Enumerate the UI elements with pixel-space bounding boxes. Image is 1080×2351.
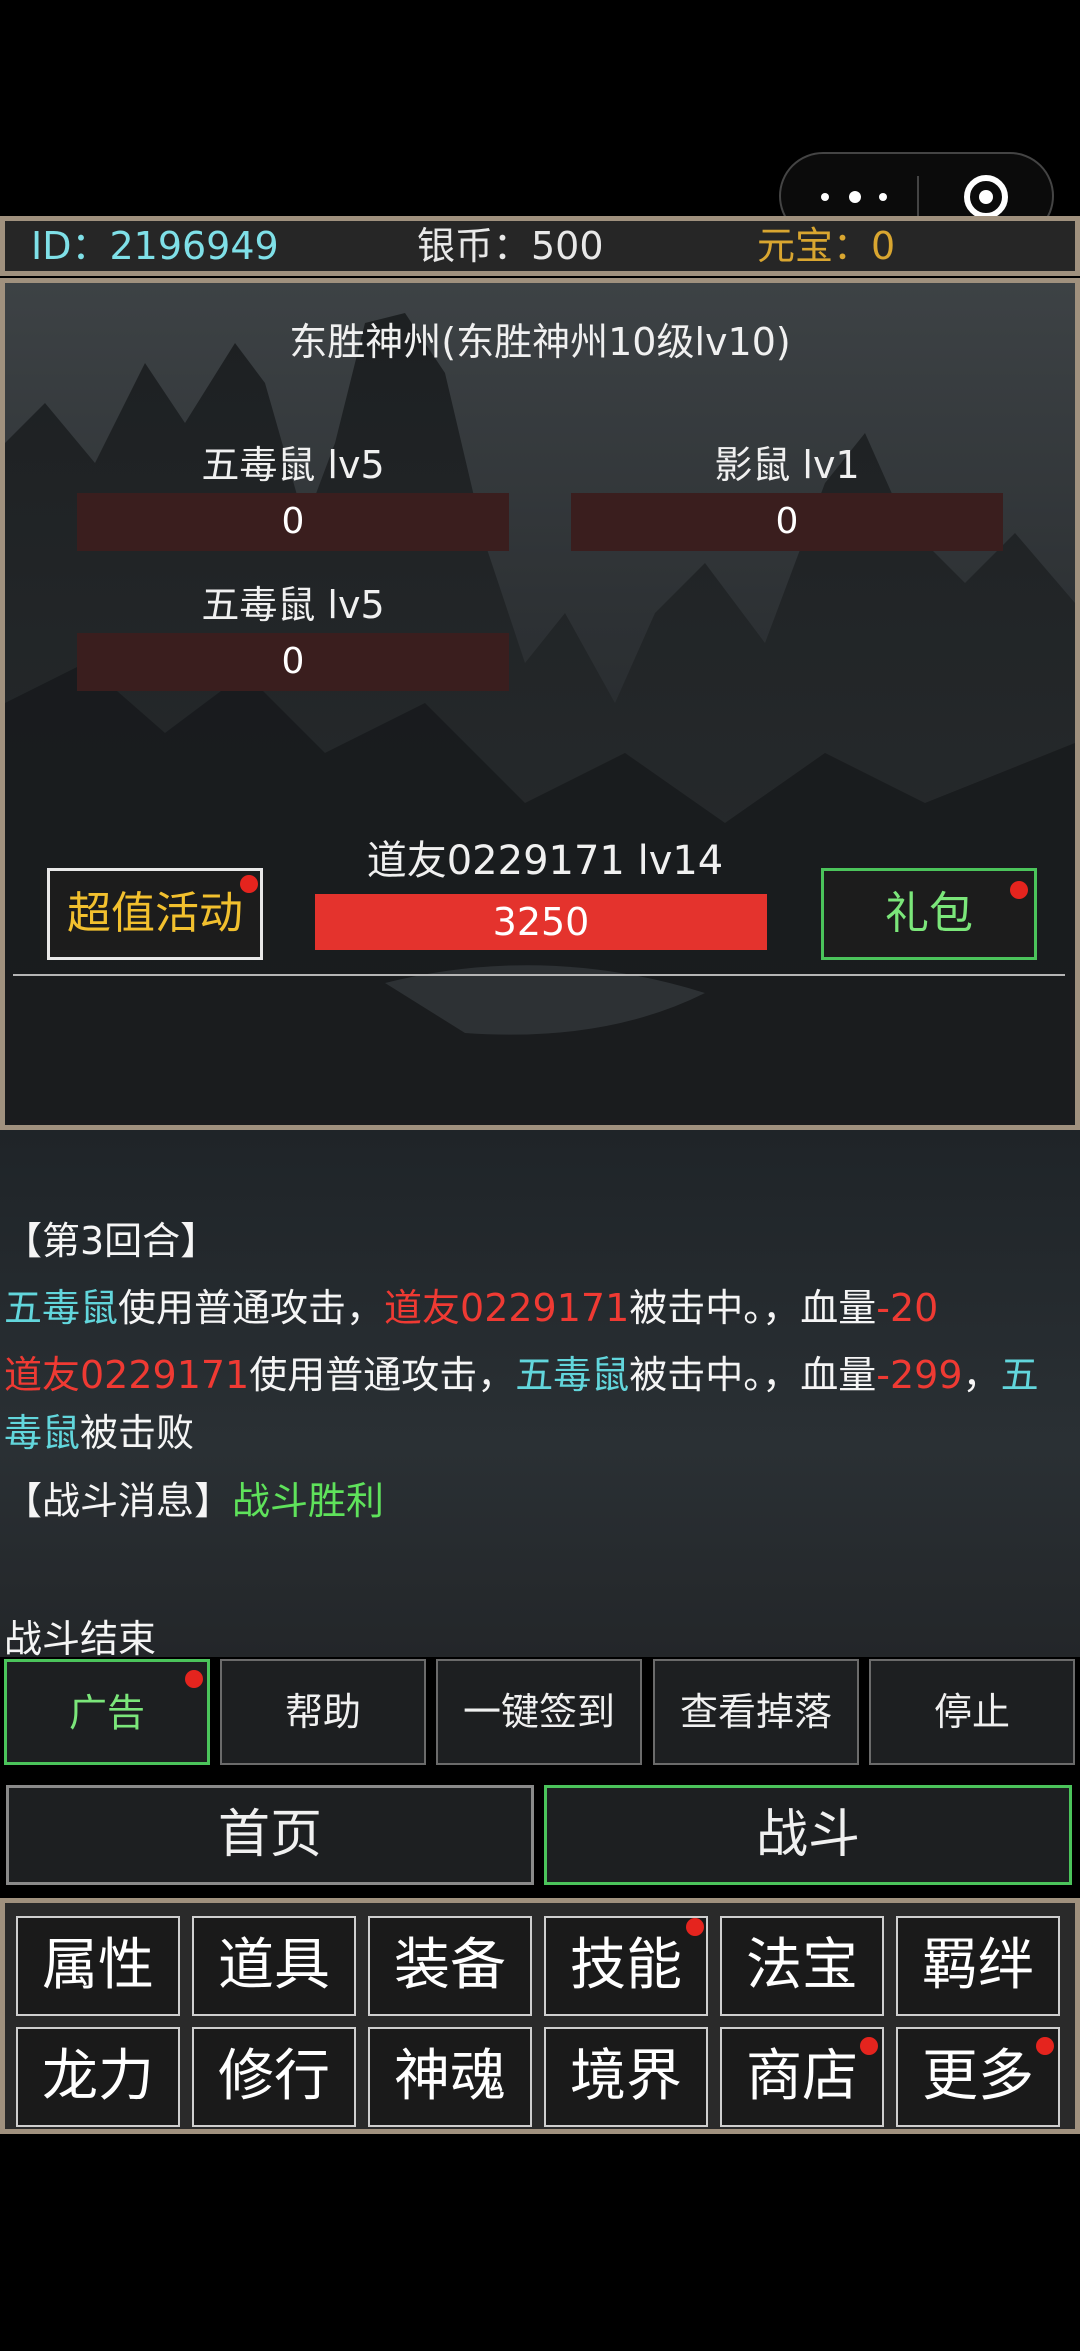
special-event-button[interactable]: 超值活动 (47, 868, 263, 960)
close-miniprogram-icon[interactable] (963, 174, 1009, 220)
notification-dot (686, 1918, 704, 1936)
menu-shop[interactable]: 商店 (720, 2027, 884, 2127)
gift-pack-label: 礼包 (885, 888, 973, 939)
enemy-hp-bar: 0 (77, 493, 509, 551)
menu-realm[interactable]: 境界 (544, 2027, 708, 2127)
log-line: 道友0229171使用普通攻击，五毒鼠被击中。，血量-299，五 (4, 1353, 1039, 1397)
mountain-background (5, 313, 1075, 1125)
log-battle-end: 战斗结束 (4, 1617, 157, 1661)
log-battle-message: 【战斗消息】战斗胜利 (4, 1479, 385, 1523)
ad-button[interactable]: 广告 (4, 1659, 210, 1765)
notification-dot (1036, 2037, 1054, 2055)
notification-dot (240, 875, 258, 893)
divider (13, 974, 1065, 976)
location-title: 东胜神州(东胜神州10级lv10) (289, 320, 791, 364)
more-icon[interactable] (821, 180, 891, 214)
notification-dot (860, 2037, 878, 2055)
menu-items[interactable]: 道具 (192, 1916, 356, 2016)
special-event-label: 超值活动 (67, 888, 243, 939)
view-drops-button[interactable]: 查看掉落 (653, 1659, 859, 1765)
enemy-card[interactable]: 五毒鼠 lv5 0 (77, 437, 509, 551)
ad-label: 广告 (68, 1691, 145, 1735)
player-name: 道友0229171 lv14 (366, 838, 724, 884)
enemy-card[interactable]: 五毒鼠 lv5 0 (77, 577, 509, 691)
home-tab[interactable]: 首页 (6, 1785, 534, 1885)
enemy-hp-bar: 0 (571, 493, 1003, 551)
enemy-name: 五毒鼠 lv5 (201, 443, 385, 487)
notification-dot (1010, 881, 1028, 899)
help-button[interactable]: 帮助 (220, 1659, 426, 1765)
silver-coins: 银币：500 (417, 224, 604, 268)
function-menu: 属性 道具 装备 技能 法宝 羁绊 龙力 修行 神魂 境界 商店 更多 (0, 1898, 1080, 2134)
log-line: 五毒鼠使用普通攻击，道友0229171被击中。，血量-20 (4, 1286, 939, 1330)
notification-dot (185, 1670, 203, 1688)
menu-bonds[interactable]: 羁绊 (896, 1916, 1060, 2016)
menu-more-label: 更多 (922, 2044, 1034, 2109)
capsule-divider (917, 176, 919, 220)
menu-cultivation[interactable]: 修行 (192, 2027, 356, 2127)
menu-skills-label: 技能 (570, 1933, 682, 1998)
gift-pack-button[interactable]: 礼包 (821, 868, 1037, 960)
menu-dragon-power[interactable]: 龙力 (16, 2027, 180, 2127)
log-line: 毒鼠被击败 (4, 1411, 195, 1455)
menu-more[interactable]: 更多 (896, 2027, 1060, 2127)
enemy-hp-bar: 0 (77, 633, 509, 691)
menu-treasures[interactable]: 法宝 (720, 1916, 884, 2016)
battle-scene: 东胜神州(东胜神州10级lv10) 五毒鼠 lv5 0 影鼠 lv1 0 五毒鼠… (0, 278, 1080, 1130)
gold-ingots: 元宝：0 (757, 224, 896, 268)
enemy-name: 影鼠 lv1 (714, 443, 860, 487)
log-round: 【第3回合】 (4, 1219, 219, 1263)
stop-button[interactable]: 停止 (869, 1659, 1075, 1765)
menu-shop-label: 商店 (746, 2044, 858, 2109)
player-id: ID：2196949 (31, 224, 279, 268)
menu-skills[interactable]: 技能 (544, 1916, 708, 2016)
battle-tab[interactable]: 战斗 (544, 1785, 1072, 1885)
menu-equipment[interactable]: 装备 (368, 1916, 532, 2016)
quick-checkin-button[interactable]: 一键签到 (436, 1659, 642, 1765)
menu-divine-soul[interactable]: 神魂 (368, 2027, 532, 2127)
enemy-name: 五毒鼠 lv5 (201, 583, 385, 627)
menu-attributes[interactable]: 属性 (16, 1916, 180, 2016)
player-hp-bar: 3250 (315, 894, 767, 950)
battle-log[interactable]: 【第3回合】 五毒鼠使用普通攻击，道友0229171被击中。，血量-20 道友0… (0, 1130, 1080, 1661)
enemy-card[interactable]: 影鼠 lv1 0 (571, 437, 1003, 551)
currency-bar: ID：2196949 银币：500 元宝：0 (0, 216, 1080, 276)
